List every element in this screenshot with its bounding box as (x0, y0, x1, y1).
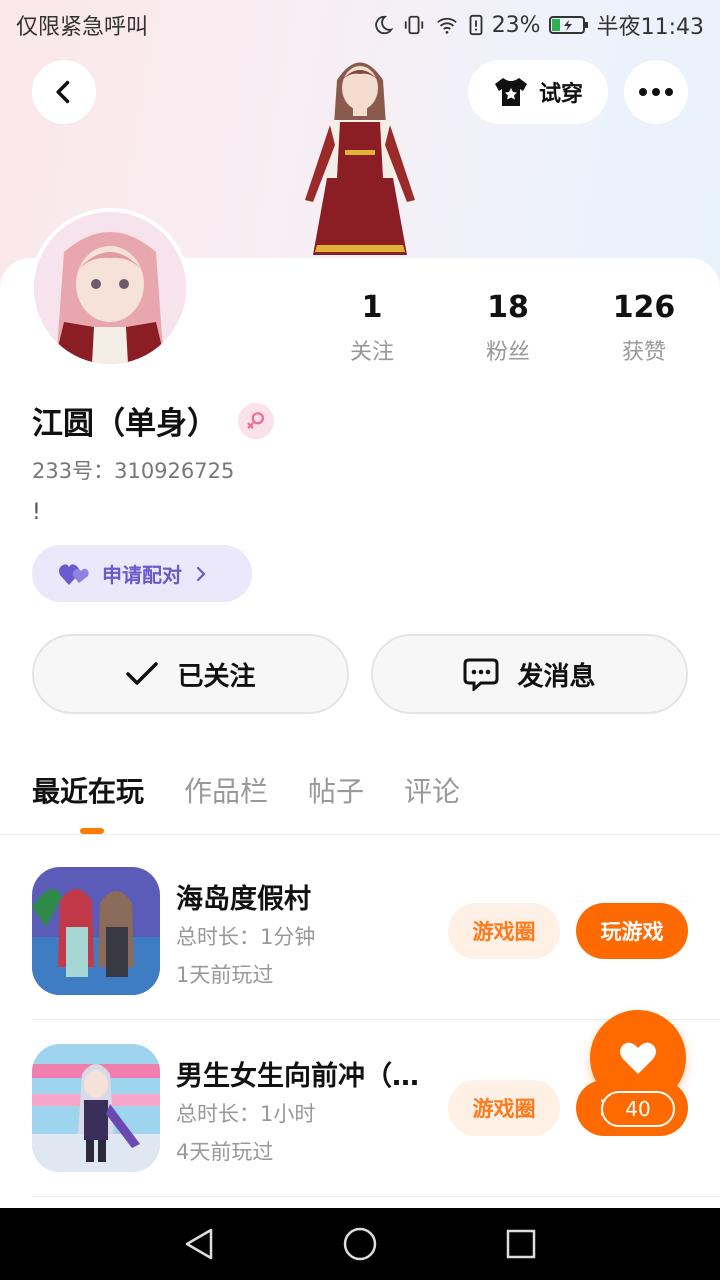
more-dots-icon (639, 88, 673, 96)
request-pair-label: 申请配对 (102, 563, 182, 587)
avatar[interactable] (30, 208, 190, 368)
send-message-button[interactable]: 发消息 (371, 634, 688, 714)
game-circle-button[interactable]: 游戏圈 (448, 903, 560, 959)
avatar-image (34, 212, 186, 364)
gender-badge (238, 402, 274, 439)
tabs-divider (0, 834, 720, 835)
stat-following[interactable]: 1 关注 (317, 290, 427, 366)
play-game-button[interactable]: 玩游戏 (576, 903, 688, 959)
stat-following-label: 关注 (349, 340, 394, 365)
send-message-label: 发消息 (517, 661, 596, 692)
tshirt-icon (494, 78, 527, 106)
battery-percent: 23% (491, 12, 541, 38)
heart-icon (620, 1042, 656, 1074)
tab-posts[interactable]: 帖子 (308, 770, 364, 810)
stat-fans-value: 18 (487, 290, 529, 325)
nav-back-icon[interactable] (183, 1227, 215, 1261)
status-icons: 23% 半夜11:43 (372, 9, 704, 41)
row-divider (32, 1196, 720, 1197)
chevron-right-icon (196, 566, 206, 581)
chevron-left-icon (56, 80, 70, 104)
wifi-icon (436, 17, 457, 34)
sim-alert-icon (469, 14, 483, 36)
game-row[interactable]: 海岛度假村 总时长：1分钟 1天前玩过 游戏圈 玩游戏 (32, 867, 688, 997)
tab-recently-played[interactable]: 最近在玩 (32, 770, 144, 810)
nav-home-icon[interactable] (342, 1226, 378, 1262)
following-label: 已关注 (177, 661, 256, 692)
chat-bubble-icon (463, 658, 499, 691)
battery-icon (548, 16, 588, 34)
stat-likes-value: 126 (612, 290, 676, 325)
status-bar: 仅限紧急呼叫 23% 半夜11:43 (0, 0, 720, 50)
back-button[interactable] (32, 60, 96, 124)
clock-text: 半夜11:43 (596, 15, 704, 40)
following-button[interactable]: 已关注 (32, 634, 349, 714)
user-id-value: 310926725 (114, 459, 235, 483)
game-icon-runner (32, 1044, 160, 1172)
more-button[interactable] (624, 60, 688, 124)
check-icon (126, 662, 159, 685)
game-icon-island (32, 867, 160, 995)
try-on-label: 试穿 (538, 82, 583, 107)
stat-fans[interactable]: 18 粉丝 (453, 290, 563, 366)
stat-likes[interactable]: 126 获赞 (589, 290, 699, 366)
character-illustration (305, 62, 415, 255)
game-title: 男生女生向前冲（… (176, 1061, 419, 1092)
tab-works[interactable]: 作品栏 (184, 770, 268, 810)
game-last-played: 1天前玩过 (176, 963, 274, 987)
like-count-badge: 40 (601, 1091, 675, 1127)
carrier-text: 仅限紧急呼叫 (16, 15, 149, 40)
moon-icon (374, 15, 394, 35)
user-id: 233号：310926725 (32, 455, 234, 485)
game-duration: 总时长：1小时 (176, 1102, 316, 1126)
stat-fans-label: 粉丝 (485, 340, 530, 365)
stat-likes-label: 获赞 (621, 340, 666, 365)
profile-name: 江圆（单身） (32, 406, 218, 442)
game-circle-button[interactable]: 游戏圈 (448, 1080, 560, 1136)
female-icon (247, 411, 265, 429)
vibrate-icon (404, 15, 423, 35)
user-id-label: 233号： (32, 459, 115, 483)
nav-recents-icon[interactable] (505, 1228, 537, 1260)
game-last-played: 4天前玩过 (176, 1140, 274, 1164)
stat-following-value: 1 (361, 290, 383, 325)
hearts-icon (59, 563, 89, 585)
name-row: 江圆（单身） (32, 398, 274, 443)
bio-text: ! (32, 500, 41, 525)
tab-comments[interactable]: 评论 (404, 770, 460, 810)
profile-tabs: 最近在玩 作品栏 帖子 评论 (32, 770, 460, 810)
system-nav-bar (0, 1208, 720, 1280)
try-on-button[interactable]: 试穿 (468, 60, 608, 124)
request-pair-button[interactable]: 申请配对 (32, 545, 252, 602)
game-title: 海岛度假村 (176, 884, 311, 915)
game-duration: 总时长：1分钟 (176, 925, 316, 949)
